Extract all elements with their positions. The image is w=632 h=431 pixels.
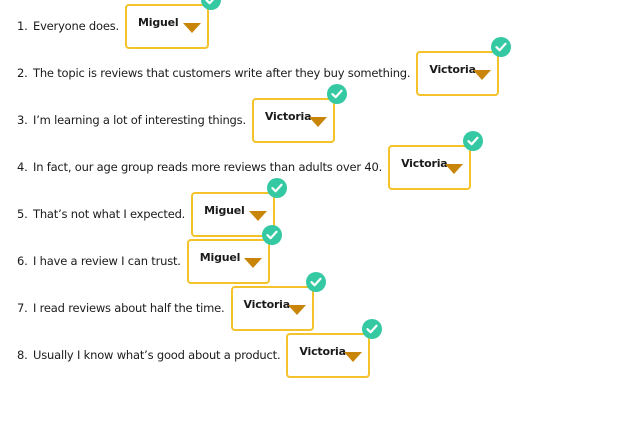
speaker-select[interactable]: Victoria <box>286 318 383 378</box>
checkmark-icon <box>491 36 512 57</box>
item-sentence: I have a review I can trust. <box>33 254 181 268</box>
caret-down-icon <box>243 257 262 268</box>
checkmark-icon <box>201 0 221 10</box>
list-item: 8. Usually I know what’s good about a pr… <box>17 318 383 378</box>
caret-down-icon <box>445 163 464 174</box>
list-item: 5. That’s not what I expected. Miguel <box>17 177 288 237</box>
list-item: 4. In fact, our age group reads more rev… <box>17 130 484 190</box>
item-sentence: The topic is reviews that customers writ… <box>33 66 411 80</box>
caret-down-icon <box>473 69 492 80</box>
list-item: 7. I read reviews about half the time. V… <box>17 271 326 331</box>
item-sentence: I’m learning a lot of interesting things… <box>33 113 246 127</box>
speaker-select[interactable]: Victoria <box>388 130 484 190</box>
selected-value: Victoria <box>264 110 312 123</box>
item-number: 7. <box>17 301 28 315</box>
speaker-select[interactable]: Miguel <box>186 224 282 284</box>
caret-down-icon <box>183 22 201 33</box>
caret-down-icon <box>344 351 363 362</box>
list-item: 6. I have a review I can trust. Miguel <box>17 224 282 284</box>
selected-value: Miguel <box>199 251 241 264</box>
item-number: 5. <box>17 207 28 221</box>
selected-value: Victoria <box>243 298 291 311</box>
checkmark-icon <box>261 224 282 245</box>
checkmark-icon <box>326 83 347 104</box>
caret-down-icon <box>308 116 327 127</box>
selected-value: Victoria <box>299 345 346 358</box>
selected-value: Victoria <box>401 157 448 170</box>
checkmark-icon <box>362 318 383 339</box>
item-number: 2. <box>17 66 28 80</box>
item-number: 4. <box>17 160 28 174</box>
item-number: 8. <box>17 348 28 362</box>
selected-value: Miguel <box>204 204 245 217</box>
selected-value: Miguel <box>138 16 179 29</box>
caret-down-icon <box>249 210 268 221</box>
item-number: 3. <box>17 113 28 127</box>
speaker-select[interactable]: Victoria <box>251 83 347 143</box>
caret-down-icon <box>287 304 306 315</box>
item-number: 6. <box>17 254 28 268</box>
checkmark-icon <box>267 177 288 198</box>
item-sentence: In fact, our age group reads more review… <box>33 160 383 174</box>
selected-value: Victoria <box>429 63 476 76</box>
item-number: 1. <box>17 19 28 33</box>
list-item: 2. The topic is reviews that customers w… <box>17 36 512 96</box>
item-sentence: I read reviews about half the time. <box>33 301 225 315</box>
checkmark-icon <box>305 271 326 292</box>
speaker-select[interactable]: Victoria <box>230 271 326 331</box>
item-sentence: Everyone does. <box>33 19 119 33</box>
speaker-select[interactable]: Victoria <box>416 36 512 96</box>
item-sentence: Usually I know what’s good about a produ… <box>33 348 281 362</box>
list-item: 3. I’m learning a lot of interesting thi… <box>17 83 347 143</box>
checkmark-icon <box>463 130 484 151</box>
speaker-select[interactable]: Miguel <box>125 0 221 49</box>
list-item: 1. Everyone does. Miguel <box>17 0 221 49</box>
item-sentence: That’s not what I expected. <box>33 207 186 221</box>
